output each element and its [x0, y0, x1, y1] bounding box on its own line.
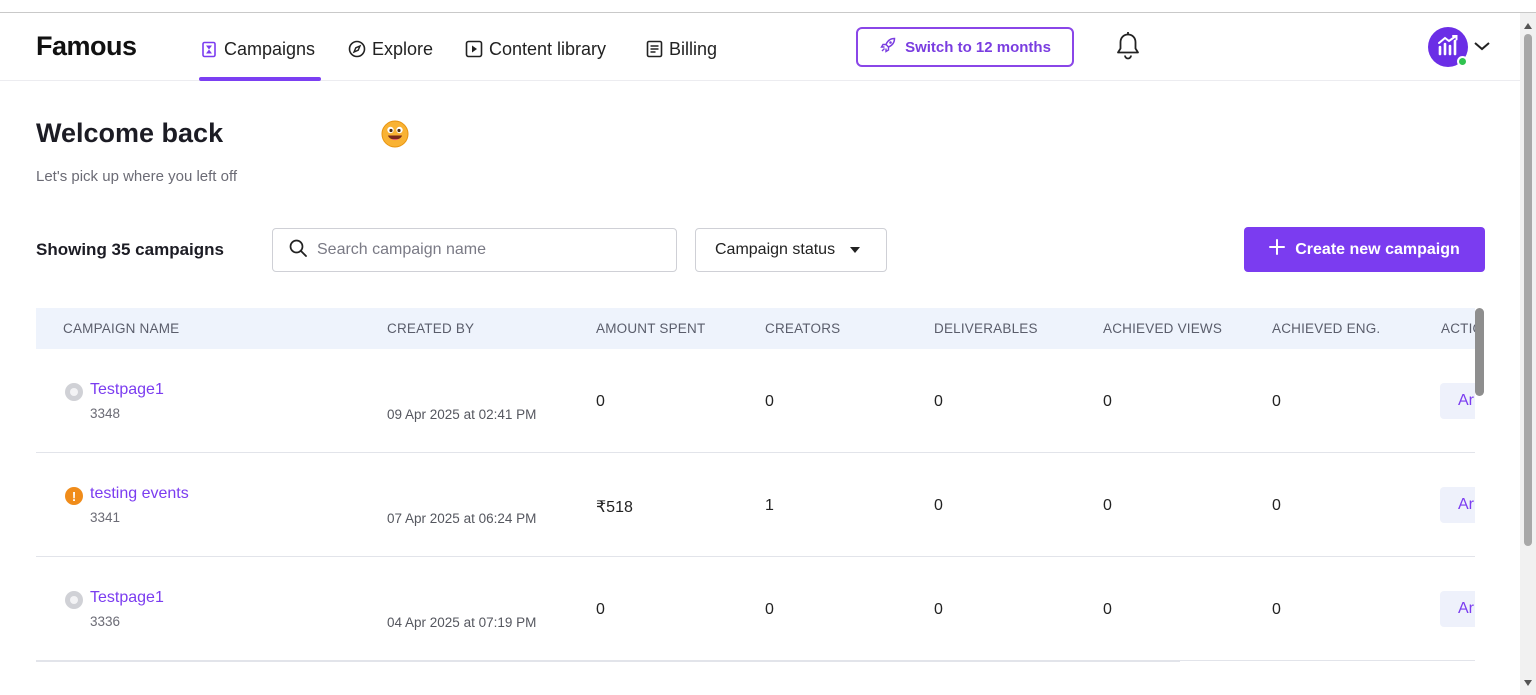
achieved-engagement: 0: [1272, 497, 1281, 514]
row-divider: [36, 661, 1180, 662]
campaign-id: 3341: [90, 510, 121, 525]
scroll-down-arrow-icon[interactable]: [1523, 674, 1533, 686]
inactive-status-icon: [65, 591, 83, 609]
warning-status-icon: !: [65, 487, 83, 505]
nav-tab-explore[interactable]: Explore: [348, 37, 433, 61]
row-action-button[interactable]: Ar: [1440, 487, 1475, 523]
created-date: 04 Apr 2025 at 07:19 PM: [387, 615, 537, 630]
campaign-id: 3336: [90, 614, 121, 629]
nav-tab-campaigns[interactable]: Campaigns: [200, 37, 315, 61]
deliverables-count: 0: [934, 393, 943, 410]
column-header[interactable]: AMOUNT SPENT: [596, 321, 705, 336]
campaign-name-link[interactable]: Testpage1: [90, 589, 164, 607]
nav-tab-label: Explore: [372, 38, 434, 59]
table-row[interactable]: Testpage1 3348 09 Apr 2025 at 02:41 PM 0…: [36, 349, 1475, 453]
column-header[interactable]: CREATED BY: [387, 321, 474, 336]
deliverables-count: 0: [934, 601, 943, 618]
caret-down-icon: [849, 241, 861, 259]
column-header[interactable]: ACHIEVED ENG.: [1272, 321, 1380, 336]
nav-tab-label: Campaigns: [224, 38, 316, 59]
nav-tab-billing[interactable]: Billing: [645, 37, 717, 61]
column-header[interactable]: ACHIEVED VIEWS: [1103, 321, 1222, 336]
brand-logo[interactable]: Famous: [36, 31, 137, 62]
amount-spent: 0: [596, 601, 605, 618]
creators-count: 1: [765, 497, 774, 514]
achieved-views: 0: [1103, 393, 1112, 410]
table-row[interactable]: ! testing events 3341 07 Apr 2025 at 06:…: [36, 453, 1475, 557]
compass-icon: [348, 40, 366, 58]
create-campaign-label: Create new campaign: [1295, 240, 1460, 258]
chart-growth-icon: [1436, 34, 1460, 61]
create-campaign-button[interactable]: Create new campaign: [1244, 227, 1485, 272]
achieved-views: 0: [1103, 497, 1112, 514]
nav-tab-label: Content library: [489, 38, 607, 59]
amount-spent: 0: [596, 393, 605, 410]
achieved-engagement: 0: [1272, 601, 1281, 618]
play-square-icon: [465, 40, 483, 58]
bell-icon[interactable]: [1115, 31, 1141, 61]
top-navbar: Famous Campaigns Explore Content library…: [0, 13, 1520, 81]
campaign-status-dropdown[interactable]: Campaign status: [695, 228, 887, 272]
nav-tab-label: Billing: [669, 38, 718, 59]
column-header[interactable]: DELIVERABLES: [934, 321, 1038, 336]
creators-count: 0: [765, 393, 774, 410]
scroll-up-arrow-icon[interactable]: [1523, 17, 1533, 29]
table-row[interactable]: Testpage1 3336 04 Apr 2025 at 07:19 PM 0…: [36, 557, 1475, 661]
grinning-face-emoji-icon: [381, 120, 409, 148]
column-header[interactable]: CREATORS: [765, 321, 840, 336]
achieved-views: 0: [1103, 601, 1112, 618]
row-action-button[interactable]: Ar: [1440, 591, 1475, 627]
chevron-down-icon[interactable]: [1473, 39, 1491, 53]
row-action-button[interactable]: Ar: [1440, 383, 1475, 419]
inactive-status-icon: [65, 383, 83, 401]
campaigns-table: CAMPAIGN NAME CREATED BY AMOUNT SPENT CR…: [36, 308, 1475, 695]
campaign-id: 3348: [90, 406, 121, 421]
campaign-name-link[interactable]: Testpage1: [90, 381, 164, 399]
active-tab-indicator: [199, 77, 321, 81]
search-box[interactable]: [272, 228, 677, 272]
creators-count: 0: [765, 601, 774, 618]
table-header: CAMPAIGN NAME CREATED BY AMOUNT SPENT CR…: [36, 308, 1475, 349]
column-header[interactable]: ACTIO: [1441, 321, 1475, 336]
column-header[interactable]: CAMPAIGN NAME: [63, 321, 179, 336]
rocket-icon: [879, 36, 897, 58]
campaign-count: Showing 35 campaigns: [36, 240, 224, 259]
amount-spent: ₹518: [596, 499, 633, 516]
document-icon: [645, 40, 663, 58]
plus-icon: [1269, 239, 1286, 260]
achieved-engagement: 0: [1272, 393, 1281, 410]
search-icon: [289, 239, 307, 262]
deliverables-count: 0: [934, 497, 943, 514]
page-title: Welcome back: [36, 118, 224, 148]
campaign-status-label: Campaign status: [715, 241, 836, 258]
switch-plan-label: Switch to 12 months: [905, 38, 1051, 56]
search-input[interactable]: [317, 241, 657, 259]
created-date: 09 Apr 2025 at 02:41 PM: [387, 407, 537, 422]
page-scrollbar-thumb[interactable]: [1524, 34, 1532, 546]
created-date: 07 Apr 2025 at 06:24 PM: [387, 511, 537, 526]
hourglass-icon: [200, 40, 218, 58]
nav-tab-content-library[interactable]: Content library: [465, 37, 606, 61]
page-subtitle: Let's pick up where you left off: [36, 168, 238, 185]
campaign-name-link[interactable]: testing events: [90, 485, 189, 503]
table-scrollbar-thumb[interactable]: [1475, 308, 1484, 396]
switch-plan-button[interactable]: Switch to 12 months: [856, 27, 1074, 67]
online-status-indicator: [1457, 56, 1468, 67]
